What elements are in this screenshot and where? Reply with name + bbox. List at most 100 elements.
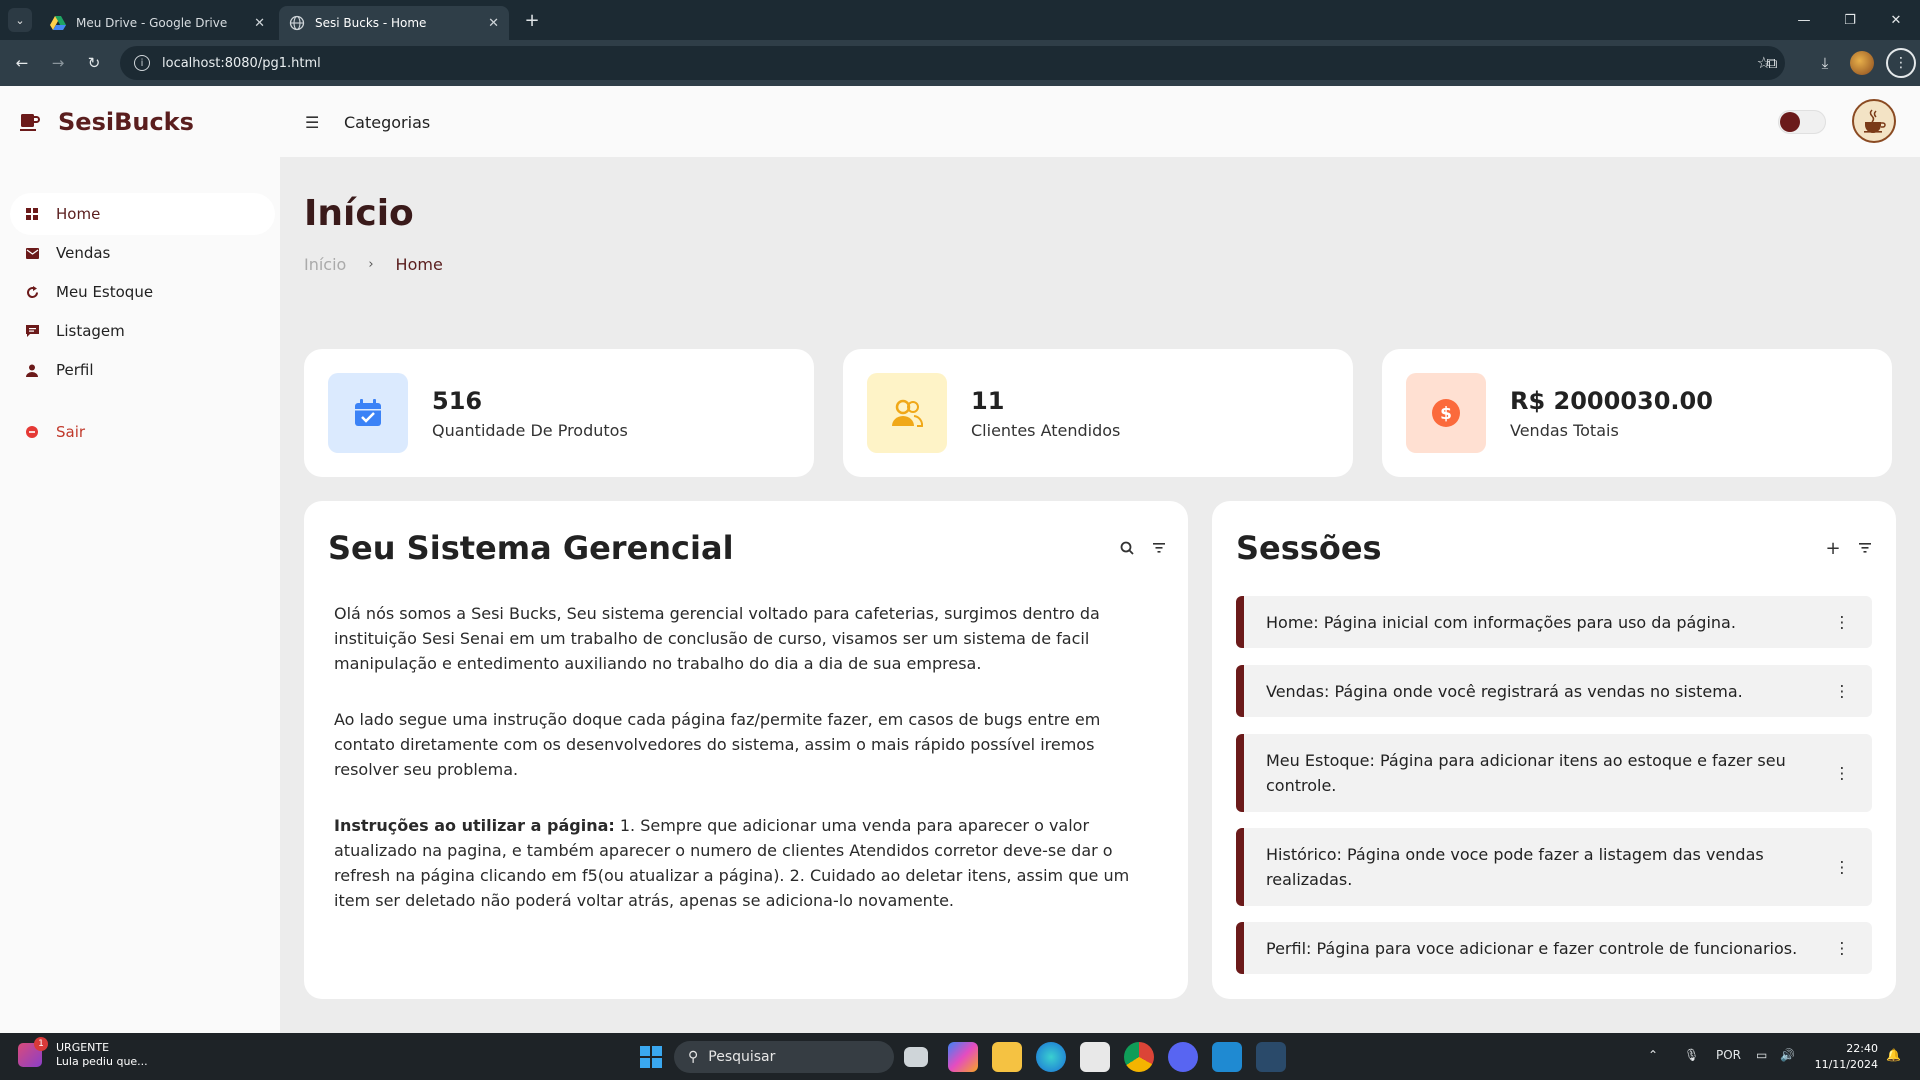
stat-label: Vendas Totais (1510, 421, 1619, 440)
volume-icon[interactable]: 🔊 (1780, 1048, 1795, 1062)
sidebar-item-sair[interactable]: Sair (10, 411, 275, 453)
taskbar-search[interactable]: ⚲ Pesquisar (674, 1041, 894, 1073)
session-item[interactable]: Histórico: Página onde voce pode fazer a… (1236, 828, 1872, 906)
session-text: Vendas: Página onde você registrará as v… (1266, 681, 1743, 701)
discord-icon[interactable] (1168, 1042, 1198, 1072)
sidebar-item-meu-estoque[interactable]: Meu Estoque (10, 271, 275, 313)
filter-icon[interactable] (1856, 539, 1874, 557)
close-tab-icon[interactable]: ✕ (488, 16, 499, 31)
toggle-knob (1780, 112, 1800, 132)
dollar-icon: $ (1406, 373, 1486, 453)
microphone-icon[interactable]: 🎙 (1684, 1048, 1699, 1062)
calendar-check-icon (328, 373, 408, 453)
tab-title: Sesi Bucks - Home (315, 16, 427, 30)
forward-arrow-icon[interactable]: → (46, 51, 70, 75)
session-item[interactable]: Meu Estoque: Página para adicionar itens… (1236, 734, 1872, 812)
categorias-link[interactable]: Categorias (344, 113, 430, 132)
user-avatar[interactable] (1852, 99, 1896, 143)
site-info-icon[interactable]: i (134, 55, 150, 71)
globe-icon (289, 15, 305, 31)
notification-badge: 1 (34, 1037, 48, 1051)
reload-icon[interactable]: ↻ (82, 51, 106, 75)
sidebar: Home Vendas Meu Estoque Listagem Perfil … (0, 157, 280, 1033)
more-vertical-icon[interactable]: ⋮ (1834, 610, 1850, 635)
session-item[interactable]: Vendas: Página onde você registrará as v… (1236, 665, 1872, 717)
edge-icon[interactable] (1036, 1042, 1066, 1072)
app-header: SesiBucks ☰ Categorias (0, 86, 1920, 157)
search-icon[interactable] (1118, 539, 1136, 557)
logout-icon (24, 424, 40, 440)
chevron-up-icon[interactable]: ⌃ (1648, 1048, 1658, 1062)
sidebar-item-label: Meu Estoque (56, 283, 154, 301)
stat-value: R$ 2000030.00 (1510, 387, 1713, 415)
notifications-bell-icon[interactable]: 🔔 (1886, 1048, 1901, 1062)
breadcrumb: Início › Home (304, 255, 443, 274)
browser-menu-icon[interactable]: ⋮ (1886, 48, 1916, 78)
more-vertical-icon[interactable]: ⋮ (1834, 679, 1850, 704)
close-tab-icon[interactable]: ✕ (254, 16, 265, 31)
sidebar-item-perfil[interactable]: Perfil (10, 349, 275, 391)
notification-widget[interactable]: 1 URGENTE Lula pediu que... (18, 1037, 148, 1069)
tab-sesi-bucks[interactable]: Sesi Bucks - Home ✕ (279, 6, 509, 40)
sidebar-item-label: Vendas (56, 244, 111, 262)
session-item[interactable]: Home: Página inicial com informações par… (1236, 596, 1872, 648)
browser-profile-avatar[interactable] (1850, 51, 1874, 75)
brand[interactable]: SesiBucks (20, 108, 194, 136)
back-arrow-icon[interactable]: ← (10, 51, 34, 75)
session-text: Home: Página inicial com informações par… (1266, 612, 1736, 632)
download-icon[interactable]: ⤓ (1813, 51, 1837, 75)
refresh-icon (24, 284, 40, 300)
sidebar-item-label: Listagem (56, 322, 125, 340)
restore-button[interactable]: ❐ (1828, 0, 1872, 40)
brand-name: SesiBucks (58, 108, 194, 136)
url-field[interactable]: i localhost:8080/pg1.html ☆ (120, 46, 1785, 80)
tab-search-button[interactable]: ⌄ (8, 8, 32, 32)
windows-start-icon[interactable] (636, 1042, 666, 1072)
search-placeholder: Pesquisar (708, 1049, 776, 1065)
google-drive-icon (50, 16, 66, 30)
tab-google-drive[interactable]: Meu Drive - Google Drive ✕ (40, 6, 275, 40)
more-vertical-icon[interactable]: ⋮ (1834, 936, 1850, 961)
store-icon[interactable] (1080, 1042, 1110, 1072)
vscode-icon[interactable] (1212, 1042, 1242, 1072)
stat-card-vendas: $ R$ 2000030.00 Vendas Totais (1382, 349, 1892, 477)
system-clock[interactable]: 22:40 11/11/2024 (1808, 1041, 1878, 1073)
dark-mode-toggle[interactable] (1778, 110, 1826, 134)
url-text: localhost:8080/pg1.html (162, 55, 321, 71)
users-icon (867, 373, 947, 453)
sidebar-item-home[interactable]: Home (10, 193, 275, 235)
close-window-button[interactable]: ✕ (1874, 0, 1918, 40)
sessions-panel: Sessões + Home: Página inicial com infor… (1212, 501, 1896, 999)
file-explorer-icon[interactable] (992, 1042, 1022, 1072)
svg-text:$: $ (1440, 404, 1452, 424)
browser-tab-bar: ⌄ Meu Drive - Google Drive ✕ Sesi Bucks … (0, 0, 1920, 40)
sidebar-item-listagem[interactable]: Listagem (10, 310, 275, 352)
sidebar-item-label: Perfil (56, 361, 94, 379)
notification-app-icon: 1 (18, 1037, 48, 1067)
address-bar-row: ← → ↻ i localhost:8080/pg1.html ☆ ⧉ ⤓ (0, 40, 1920, 86)
stat-value: 516 (432, 387, 483, 415)
chrome-icon[interactable] (1124, 1042, 1154, 1072)
main-content: Início Início › Home 516 Quantidade De P… (280, 157, 1920, 1033)
system-panel: Seu Sistema Gerencial Olá nós somos a Se… (304, 501, 1188, 999)
clock-time: 22:40 (1846, 1042, 1878, 1055)
language-indicator[interactable]: POR (1716, 1048, 1741, 1062)
filter-icon[interactable] (1150, 539, 1168, 557)
chevron-right-icon: › (368, 257, 374, 272)
minimize-button[interactable]: — (1782, 0, 1826, 40)
app-icon[interactable] (1256, 1042, 1286, 1072)
add-icon[interactable]: + (1824, 538, 1842, 559)
more-vertical-icon[interactable]: ⋮ (1834, 761, 1850, 786)
breadcrumb-inicio[interactable]: Início (304, 255, 346, 274)
hamburger-menu-icon[interactable]: ☰ (305, 113, 319, 132)
new-tab-button[interactable]: + (520, 8, 544, 32)
sidebar-item-label: Home (56, 205, 101, 223)
network-icon[interactable]: ▭ (1756, 1048, 1767, 1062)
extensions-icon[interactable]: ⧉ (1760, 51, 1784, 75)
tab-title: Meu Drive - Google Drive (76, 16, 228, 30)
task-view-icon[interactable] (904, 1047, 928, 1067)
session-item[interactable]: Perfil: Página para voce adicionar e faz… (1236, 922, 1872, 974)
copilot-icon[interactable] (948, 1042, 978, 1072)
more-vertical-icon[interactable]: ⋮ (1834, 855, 1850, 880)
sidebar-item-vendas[interactable]: Vendas (10, 232, 275, 274)
